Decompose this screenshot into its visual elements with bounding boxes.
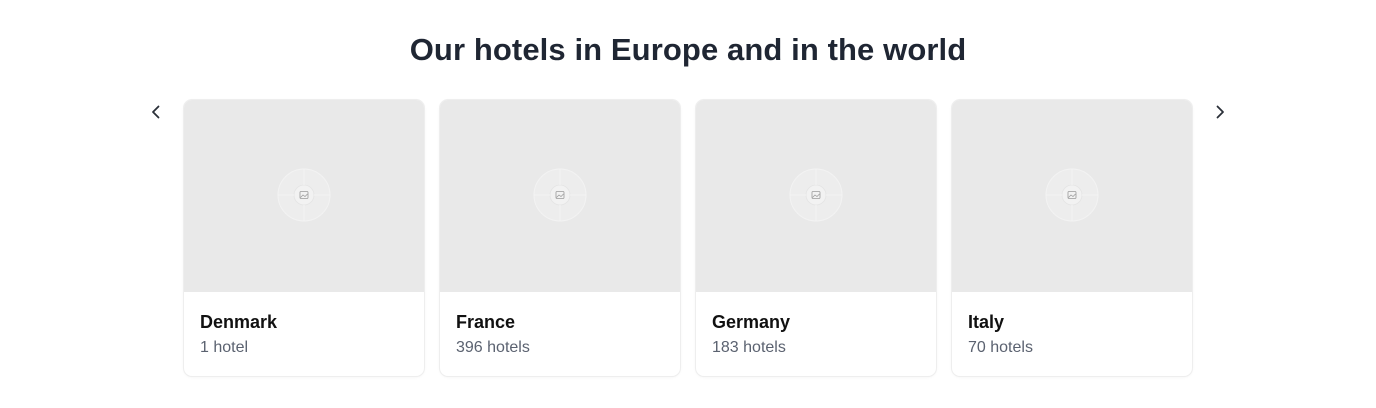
hotel-count: 70 hotels [968,339,1033,356]
country-card-italy[interactable]: Italy 70 hotels [952,100,1192,376]
card-image-placeholder [440,100,680,292]
image-placeholder-icon [1045,168,1099,222]
card-body: Italy 70 hotels [952,292,1192,359]
card-image-placeholder [952,100,1192,292]
image-placeholder-icon [789,168,843,222]
card-image-placeholder [184,100,424,292]
carousel-prev-button[interactable] [144,100,168,124]
card-body: Denmark 1 hotel [184,292,424,359]
carousel-track: Denmark 1 hotel France 396 hotels German… [184,100,1192,376]
country-card-denmark[interactable]: Denmark 1 hotel [184,100,424,376]
hotels-section: Our hotels in Europe and in the world De… [0,0,1376,408]
country-card-france[interactable]: France 396 hotels [440,100,680,376]
chevron-left-icon [152,105,160,119]
image-placeholder-icon [277,168,331,222]
hotel-count: 183 hotels [712,339,786,356]
card-body: France 396 hotels [440,292,680,359]
country-name: Germany [712,312,791,332]
image-placeholder-icon [533,168,587,222]
country-name: Denmark [200,312,278,332]
carousel-next-button[interactable] [1208,100,1232,124]
section-title: Our hotels in Europe and in the world [409,32,967,67]
chevron-right-icon [1216,105,1224,119]
card-body: Germany 183 hotels [696,292,936,359]
card-image-placeholder [696,100,936,292]
country-name: Italy [968,312,1005,332]
hotel-count: 396 hotels [456,339,530,356]
country-card-germany[interactable]: Germany 183 hotels [696,100,936,376]
hotel-count: 1 hotel [200,339,249,356]
country-name: France [456,312,516,332]
